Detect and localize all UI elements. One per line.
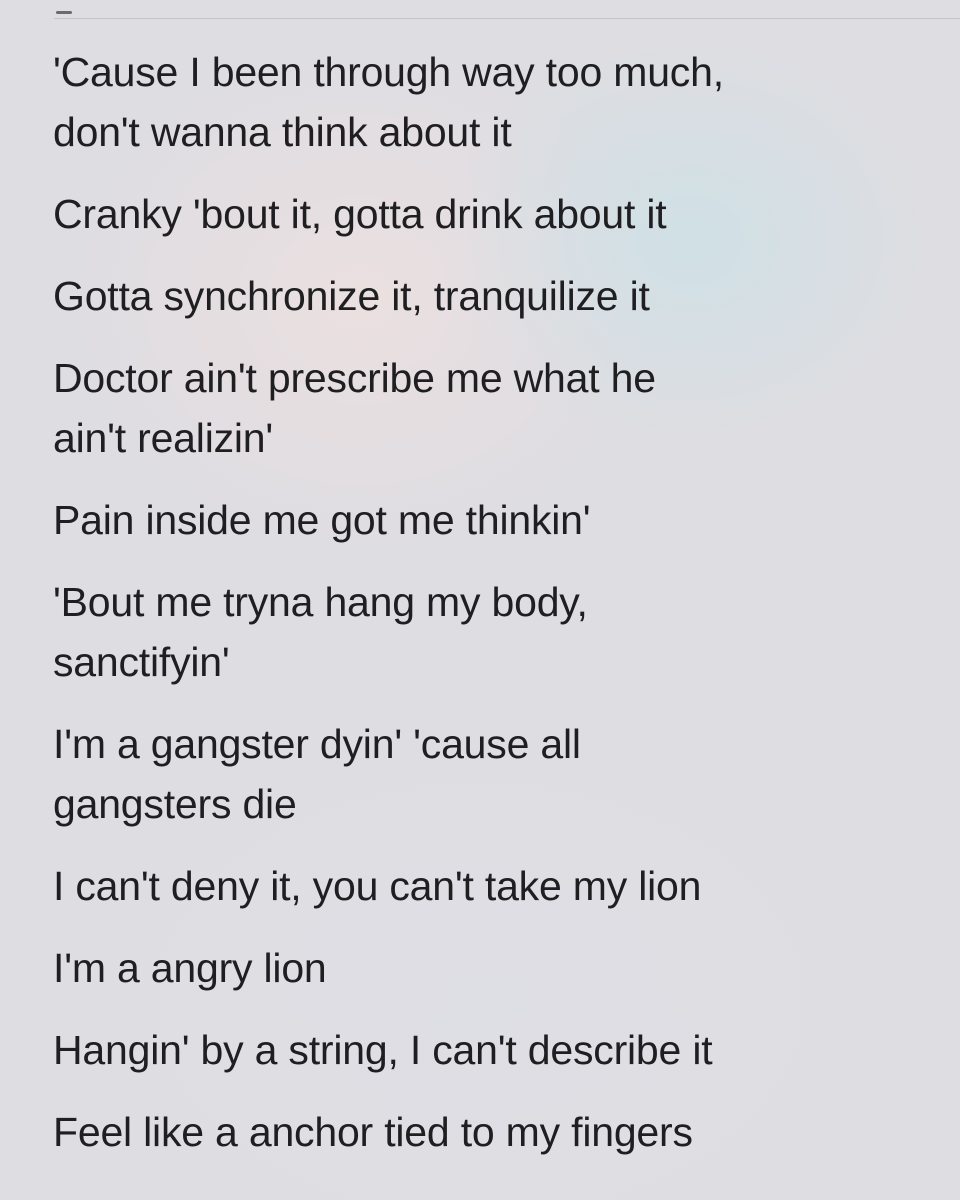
lyric-line: I'm a gangster dyin' 'cause all gangster… bbox=[53, 721, 581, 827]
lyrics-list: 'Cause I been through way too much, don'… bbox=[53, 42, 933, 1184]
lyric-line: Cranky 'bout it, gotta drink about it bbox=[53, 191, 667, 237]
drag-handle bbox=[56, 11, 72, 14]
lyric-line: I'm a angry lion bbox=[53, 945, 327, 991]
lyric-line: 'Bout me tryna hang my body, sanctifyin' bbox=[53, 579, 588, 685]
top-divider bbox=[54, 18, 960, 19]
lyric-line: I can't deny it, you can't take my lion bbox=[53, 863, 702, 909]
lyric-line: Doctor ain't prescribe me what he ain't … bbox=[53, 355, 656, 461]
lyric-line: 'Cause I been through way too much, don'… bbox=[53, 49, 724, 155]
lyric-line: Hangin' by a string, I can't describe it bbox=[53, 1027, 713, 1073]
lyric-line: Gotta synchronize it, tranquilize it bbox=[53, 273, 650, 319]
lyric-line: Feel like a anchor tied to my fingers bbox=[53, 1109, 693, 1155]
lyric-line: Pain inside me got me thinkin' bbox=[53, 497, 591, 543]
